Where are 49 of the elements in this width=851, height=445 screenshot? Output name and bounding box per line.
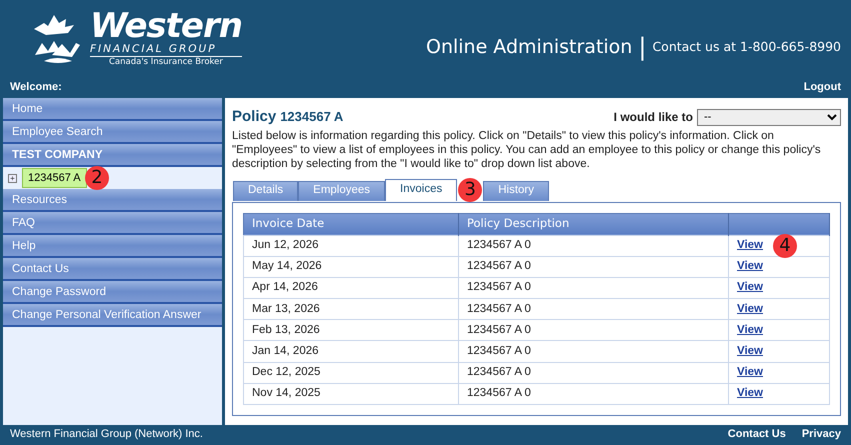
logo-wordmark: Western	[90, 9, 242, 44]
table-cell: Jun 12, 2026	[244, 235, 458, 256]
table-cell: 1234567 A 0	[458, 235, 728, 256]
table-cell: Jan 14, 2026	[244, 340, 458, 362]
callout-badge: 3	[458, 178, 482, 202]
footer-link[interactable]: Privacy	[802, 426, 841, 442]
table-cell: 1234567 A 0	[458, 362, 728, 384]
callout-badge: 4	[773, 234, 797, 258]
policy-description: Listed below is information regarding this policy. Click on "Details" to view this policy's information. Click on "Employees" to view a list of employees in this policy. You can add an employee to this policy or change this policy's description by selecting from the "I would like to" drop down list above.	[232, 128, 822, 170]
view-link[interactable]: View	[737, 324, 763, 336]
callout-badge: 2	[85, 166, 109, 190]
table-cell: May 14, 2026	[244, 256, 458, 278]
page-title: Online Administration	[426, 34, 632, 60]
policy-node[interactable]: 1234567 A	[22, 168, 87, 188]
policy-number: 1234567 A	[280, 108, 344, 126]
view-link[interactable]: View	[737, 281, 763, 294]
table-cell: 1234567 A 0	[458, 277, 728, 299]
table-cell: 1234567 A 0	[458, 383, 728, 404]
view-link[interactable]: View	[737, 387, 763, 400]
table-cell: 1234567 A 0	[458, 298, 728, 320]
policy-title: Policy	[232, 107, 276, 127]
copyright-text: Western Financial Group (Network) Inc.	[10, 426, 203, 442]
table-cell: Mar 13, 2026	[244, 298, 458, 320]
table-cell: Dec 12, 2025	[244, 362, 458, 384]
table-cell: 1234567 A 0	[458, 320, 728, 341]
logo-subtitle: FINANCIAL GROUP	[90, 43, 242, 57]
sidebar-heading: TEST COMPANY	[3, 144, 222, 167]
action-label: I would like to	[614, 109, 693, 126]
view-link[interactable]: View	[737, 302, 763, 315]
expand-button[interactable]: +	[8, 174, 17, 182]
welcome-text: Welcome:	[10, 80, 62, 95]
tab[interactable]: Invoices	[385, 178, 458, 200]
column-header: Invoice Date	[244, 213, 458, 235]
logout-link[interactable]: Logout	[804, 78, 841, 96]
view-link[interactable]: View	[737, 260, 763, 272]
title-separator: |	[638, 32, 646, 63]
view-link[interactable]: View	[737, 344, 763, 357]
table-cell: Nov 14, 2025	[244, 383, 458, 404]
table-cell: 1234567 A 0	[458, 340, 728, 362]
view-link[interactable]: View	[737, 238, 763, 251]
logo-tagline: Canada's Insurance Broker	[108, 56, 224, 69]
footer-link[interactable]: Contact Us	[728, 426, 786, 442]
view-link[interactable]: View	[737, 366, 763, 378]
column-header: Policy Description	[458, 213, 728, 235]
action-dropdown[interactable]: --	[697, 108, 841, 126]
contact-phone: Contact us at 1-800-665-8990	[652, 38, 841, 56]
table-cell: Apr 14, 2026	[244, 277, 458, 299]
table-cell: 1234567 A 0	[458, 256, 728, 278]
table-cell: Feb 13, 2026	[244, 320, 458, 341]
